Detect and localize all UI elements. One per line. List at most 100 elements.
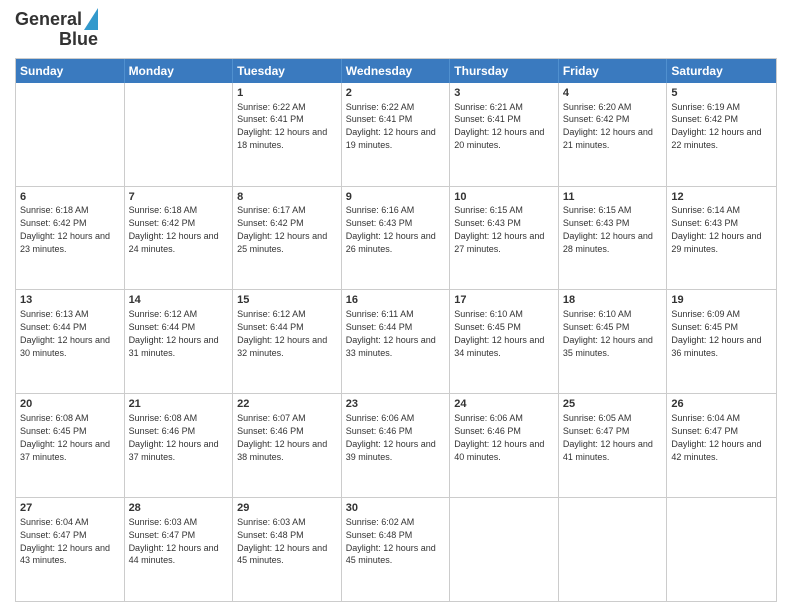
cal-cell: 8Sunrise: 6:17 AM Sunset: 6:42 PM Daylig…	[233, 187, 342, 290]
day-number: 21	[129, 397, 229, 412]
cal-cell: 22Sunrise: 6:07 AM Sunset: 6:46 PM Dayli…	[233, 394, 342, 497]
day-number: 8	[237, 190, 337, 205]
cal-cell	[667, 498, 776, 601]
cal-cell	[450, 498, 559, 601]
cal-cell: 9Sunrise: 6:16 AM Sunset: 6:43 PM Daylig…	[342, 187, 451, 290]
day-number: 18	[563, 293, 663, 308]
cal-week-4: 27Sunrise: 6:04 AM Sunset: 6:47 PM Dayli…	[16, 497, 776, 601]
day-info: Sunrise: 6:18 AM Sunset: 6:42 PM Dayligh…	[129, 205, 219, 253]
cal-cell: 19Sunrise: 6:09 AM Sunset: 6:45 PM Dayli…	[667, 290, 776, 393]
cal-cell: 29Sunrise: 6:03 AM Sunset: 6:48 PM Dayli…	[233, 498, 342, 601]
day-info: Sunrise: 6:07 AM Sunset: 6:46 PM Dayligh…	[237, 413, 327, 461]
day-info: Sunrise: 6:21 AM Sunset: 6:41 PM Dayligh…	[454, 102, 544, 150]
header: General Blue	[15, 10, 777, 50]
cal-cell: 4Sunrise: 6:20 AM Sunset: 6:42 PM Daylig…	[559, 83, 668, 186]
calendar-header-row: SundayMondayTuesdayWednesdayThursdayFrid…	[16, 59, 776, 83]
day-info: Sunrise: 6:05 AM Sunset: 6:47 PM Dayligh…	[563, 413, 653, 461]
logo-text-general: General	[15, 10, 82, 30]
cal-cell: 26Sunrise: 6:04 AM Sunset: 6:47 PM Dayli…	[667, 394, 776, 497]
day-info: Sunrise: 6:06 AM Sunset: 6:46 PM Dayligh…	[346, 413, 436, 461]
cal-cell	[125, 83, 234, 186]
cal-cell: 12Sunrise: 6:14 AM Sunset: 6:43 PM Dayli…	[667, 187, 776, 290]
day-info: Sunrise: 6:12 AM Sunset: 6:44 PM Dayligh…	[237, 309, 327, 357]
day-number: 27	[20, 501, 120, 516]
day-info: Sunrise: 6:04 AM Sunset: 6:47 PM Dayligh…	[20, 517, 110, 565]
cal-week-3: 20Sunrise: 6:08 AM Sunset: 6:45 PM Dayli…	[16, 393, 776, 497]
day-info: Sunrise: 6:08 AM Sunset: 6:45 PM Dayligh…	[20, 413, 110, 461]
cal-cell: 11Sunrise: 6:15 AM Sunset: 6:43 PM Dayli…	[559, 187, 668, 290]
cal-cell: 6Sunrise: 6:18 AM Sunset: 6:42 PM Daylig…	[16, 187, 125, 290]
cal-cell: 3Sunrise: 6:21 AM Sunset: 6:41 PM Daylig…	[450, 83, 559, 186]
day-info: Sunrise: 6:11 AM Sunset: 6:44 PM Dayligh…	[346, 309, 436, 357]
day-number: 23	[346, 397, 446, 412]
cal-cell: 1Sunrise: 6:22 AM Sunset: 6:41 PM Daylig…	[233, 83, 342, 186]
cal-cell: 7Sunrise: 6:18 AM Sunset: 6:42 PM Daylig…	[125, 187, 234, 290]
cal-cell: 13Sunrise: 6:13 AM Sunset: 6:44 PM Dayli…	[16, 290, 125, 393]
cal-header-saturday: Saturday	[667, 59, 776, 83]
cal-cell: 27Sunrise: 6:04 AM Sunset: 6:47 PM Dayli…	[16, 498, 125, 601]
day-number: 13	[20, 293, 120, 308]
day-number: 12	[671, 190, 772, 205]
day-info: Sunrise: 6:10 AM Sunset: 6:45 PM Dayligh…	[563, 309, 653, 357]
cal-cell: 16Sunrise: 6:11 AM Sunset: 6:44 PM Dayli…	[342, 290, 451, 393]
day-info: Sunrise: 6:22 AM Sunset: 6:41 PM Dayligh…	[346, 102, 436, 150]
cal-header-wednesday: Wednesday	[342, 59, 451, 83]
cal-cell: 20Sunrise: 6:08 AM Sunset: 6:45 PM Dayli…	[16, 394, 125, 497]
day-info: Sunrise: 6:04 AM Sunset: 6:47 PM Dayligh…	[671, 413, 761, 461]
day-info: Sunrise: 6:14 AM Sunset: 6:43 PM Dayligh…	[671, 205, 761, 253]
day-info: Sunrise: 6:16 AM Sunset: 6:43 PM Dayligh…	[346, 205, 436, 253]
day-info: Sunrise: 6:09 AM Sunset: 6:45 PM Dayligh…	[671, 309, 761, 357]
day-info: Sunrise: 6:02 AM Sunset: 6:48 PM Dayligh…	[346, 517, 436, 565]
cal-cell: 18Sunrise: 6:10 AM Sunset: 6:45 PM Dayli…	[559, 290, 668, 393]
day-info: Sunrise: 6:15 AM Sunset: 6:43 PM Dayligh…	[563, 205, 653, 253]
day-info: Sunrise: 6:06 AM Sunset: 6:46 PM Dayligh…	[454, 413, 544, 461]
day-number: 19	[671, 293, 772, 308]
day-number: 29	[237, 501, 337, 516]
logo-text-blue: Blue	[59, 30, 98, 50]
day-info: Sunrise: 6:22 AM Sunset: 6:41 PM Dayligh…	[237, 102, 327, 150]
day-info: Sunrise: 6:17 AM Sunset: 6:42 PM Dayligh…	[237, 205, 327, 253]
cal-header-thursday: Thursday	[450, 59, 559, 83]
cal-cell: 25Sunrise: 6:05 AM Sunset: 6:47 PM Dayli…	[559, 394, 668, 497]
cal-header-sunday: Sunday	[16, 59, 125, 83]
day-info: Sunrise: 6:03 AM Sunset: 6:48 PM Dayligh…	[237, 517, 327, 565]
cal-cell: 24Sunrise: 6:06 AM Sunset: 6:46 PM Dayli…	[450, 394, 559, 497]
day-number: 25	[563, 397, 663, 412]
day-number: 22	[237, 397, 337, 412]
day-number: 24	[454, 397, 554, 412]
calendar: SundayMondayTuesdayWednesdayThursdayFrid…	[15, 58, 777, 602]
day-number: 11	[563, 190, 663, 205]
cal-header-tuesday: Tuesday	[233, 59, 342, 83]
cal-cell: 10Sunrise: 6:15 AM Sunset: 6:43 PM Dayli…	[450, 187, 559, 290]
day-number: 17	[454, 293, 554, 308]
day-number: 30	[346, 501, 446, 516]
page: General Blue SundayMondayTuesdayWednesda…	[0, 0, 792, 612]
day-info: Sunrise: 6:08 AM Sunset: 6:46 PM Dayligh…	[129, 413, 219, 461]
cal-cell: 30Sunrise: 6:02 AM Sunset: 6:48 PM Dayli…	[342, 498, 451, 601]
day-number: 2	[346, 86, 446, 101]
cal-week-0: 1Sunrise: 6:22 AM Sunset: 6:41 PM Daylig…	[16, 83, 776, 186]
day-number: 14	[129, 293, 229, 308]
cal-cell: 14Sunrise: 6:12 AM Sunset: 6:44 PM Dayli…	[125, 290, 234, 393]
day-number: 26	[671, 397, 772, 412]
cal-header-friday: Friday	[559, 59, 668, 83]
cal-cell: 2Sunrise: 6:22 AM Sunset: 6:41 PM Daylig…	[342, 83, 451, 186]
day-number: 20	[20, 397, 120, 412]
day-info: Sunrise: 6:18 AM Sunset: 6:42 PM Dayligh…	[20, 205, 110, 253]
day-number: 7	[129, 190, 229, 205]
day-number: 1	[237, 86, 337, 101]
cal-cell: 28Sunrise: 6:03 AM Sunset: 6:47 PM Dayli…	[125, 498, 234, 601]
day-info: Sunrise: 6:12 AM Sunset: 6:44 PM Dayligh…	[129, 309, 219, 357]
cal-cell: 23Sunrise: 6:06 AM Sunset: 6:46 PM Dayli…	[342, 394, 451, 497]
day-number: 16	[346, 293, 446, 308]
day-number: 28	[129, 501, 229, 516]
day-number: 10	[454, 190, 554, 205]
calendar-body: 1Sunrise: 6:22 AM Sunset: 6:41 PM Daylig…	[16, 83, 776, 601]
day-number: 6	[20, 190, 120, 205]
day-number: 15	[237, 293, 337, 308]
cal-week-1: 6Sunrise: 6:18 AM Sunset: 6:42 PM Daylig…	[16, 186, 776, 290]
day-info: Sunrise: 6:13 AM Sunset: 6:44 PM Dayligh…	[20, 309, 110, 357]
cal-cell: 5Sunrise: 6:19 AM Sunset: 6:42 PM Daylig…	[667, 83, 776, 186]
cal-cell: 21Sunrise: 6:08 AM Sunset: 6:46 PM Dayli…	[125, 394, 234, 497]
logo: General Blue	[15, 10, 98, 50]
